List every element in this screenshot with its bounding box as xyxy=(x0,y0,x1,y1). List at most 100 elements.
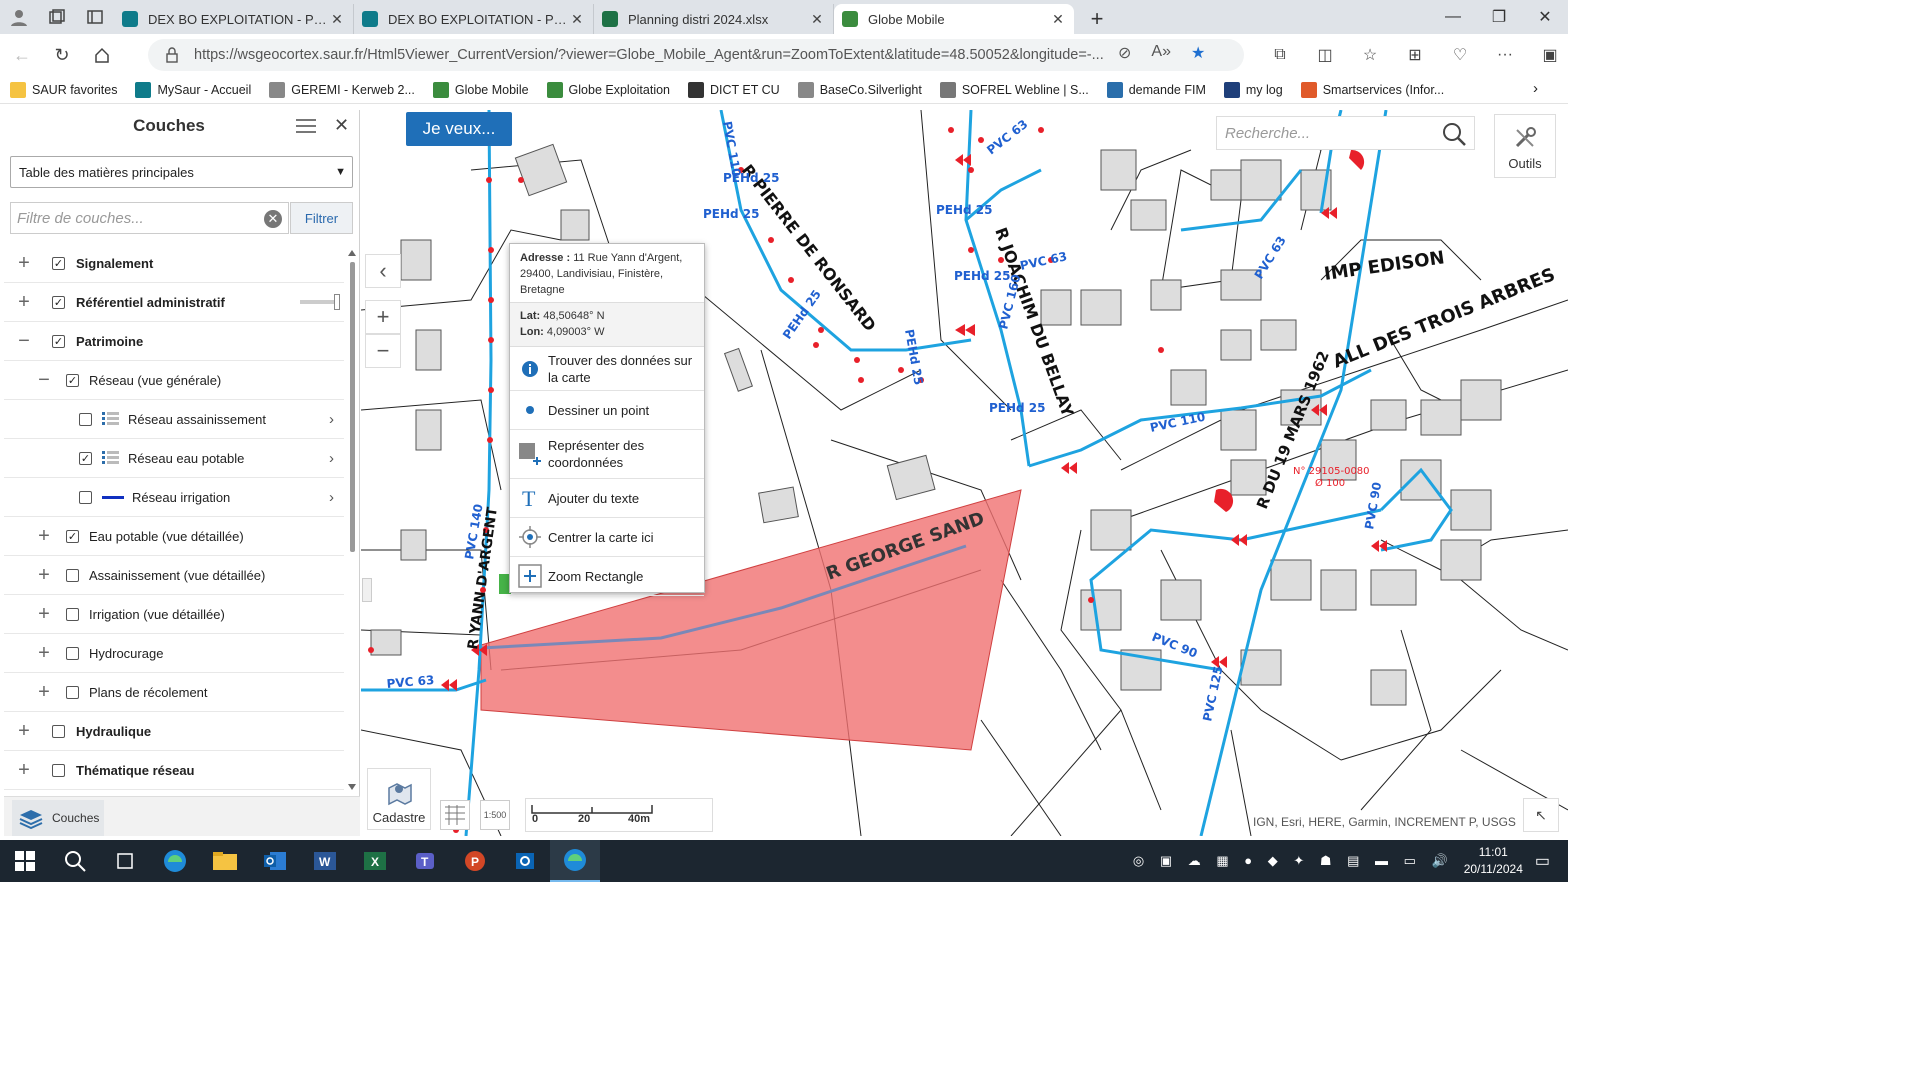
tray-icons[interactable]: ◎ ▣ ☁ ▦ ● ◆ ✦ ☗ ▤ ▬ ▭ 🔊 xyxy=(1133,853,1454,869)
scale-badge[interactable]: 1:500 xyxy=(480,800,510,830)
notifications-icon[interactable]: ▭ xyxy=(1535,851,1550,871)
edge-icon[interactable] xyxy=(150,840,200,882)
layer-checkbox[interactable] xyxy=(79,490,92,504)
layer-row[interactable]: + Hydrocurage xyxy=(4,634,344,673)
popup-menu-item[interactable]: Trouver des données sur la carte xyxy=(510,347,704,391)
layer-row[interactable]: − ✓ Réseau (vue générale) xyxy=(4,361,344,400)
close-tab-icon[interactable]: ✕ xyxy=(569,11,585,28)
collapse-panel-button[interactable]: ‹ xyxy=(365,254,401,288)
panel-scrollbar[interactable] xyxy=(347,250,357,790)
outlook-new-icon[interactable] xyxy=(500,840,550,882)
split-screen-icon[interactable]: ◫ xyxy=(1307,38,1343,72)
layer-row[interactable]: + Irrigation (vue détaillée) xyxy=(4,595,344,634)
layer-checkbox[interactable]: ✓ xyxy=(52,334,65,348)
layer-row[interactable]: ✓ Réseau eau potable › xyxy=(4,439,344,478)
chevron-right-icon[interactable]: › xyxy=(329,411,334,428)
layer-checkbox[interactable] xyxy=(66,607,79,621)
collapse-icon[interactable]: − xyxy=(36,369,52,392)
clear-filter-icon[interactable]: ✕ xyxy=(264,210,282,228)
favorite-link-9[interactable]: my log xyxy=(1223,81,1283,98)
layer-row[interactable]: − ✓ Patrimoine xyxy=(4,322,344,361)
close-window-button[interactable]: ✕ xyxy=(1522,0,1568,34)
layer-checkbox[interactable]: ✓ xyxy=(79,451,92,465)
outils-button[interactable]: Outils xyxy=(1494,114,1556,178)
layer-checkbox[interactable] xyxy=(66,568,79,582)
layer-row[interactable]: + Assainissement (vue détaillée) xyxy=(4,556,344,595)
favorite-link-0[interactable]: SAUR favorites xyxy=(10,81,117,98)
expand-icon[interactable]: + xyxy=(16,252,32,275)
chevron-right-icon[interactable]: › xyxy=(329,489,334,506)
edge-active-icon[interactable] xyxy=(550,840,600,882)
teams-icon[interactable]: T xyxy=(400,840,450,882)
search-input[interactable]: Recherche... xyxy=(1216,116,1475,150)
minimize-button[interactable]: — xyxy=(1430,0,1476,34)
task-view-icon[interactable] xyxy=(100,840,150,882)
file-explorer-icon[interactable] xyxy=(200,840,250,882)
layer-checkbox[interactable] xyxy=(52,763,65,777)
outlook-icon[interactable] xyxy=(250,840,300,882)
favorite-link-1[interactable]: MySaur - Accueil xyxy=(135,81,251,98)
clock[interactable]: 11:01 20/11/2024 xyxy=(1464,844,1523,878)
tab-actions-icon[interactable] xyxy=(80,2,110,32)
layer-checkbox[interactable]: ✓ xyxy=(52,256,65,270)
favorites-more-icon[interactable]: › xyxy=(1533,80,1538,97)
couches-button[interactable]: Couches xyxy=(12,800,104,836)
zoom-out-button[interactable]: − xyxy=(365,334,401,368)
toc-select[interactable]: Table des matières principales ▼ xyxy=(10,156,353,188)
refresh-button[interactable]: ↻ xyxy=(44,37,80,73)
new-tab-button[interactable]: + xyxy=(1082,4,1112,34)
layer-checkbox[interactable] xyxy=(66,646,79,660)
filter-button[interactable]: Filtrer xyxy=(290,202,353,234)
home-button[interactable] xyxy=(84,37,120,73)
back-button[interactable]: ← xyxy=(4,37,40,73)
layer-checkbox[interactable]: ✓ xyxy=(52,295,65,309)
workspaces-icon[interactable] xyxy=(42,2,72,32)
expand-icon[interactable]: + xyxy=(36,525,52,548)
chevron-right-icon[interactable]: › xyxy=(329,450,334,467)
expand-icon[interactable]: + xyxy=(36,564,52,587)
panel-menu-icon[interactable] xyxy=(296,118,316,134)
layer-row[interactable]: + Hydraulique xyxy=(4,712,344,751)
expand-icon[interactable]: + xyxy=(36,681,52,704)
browser-essentials-icon[interactable]: ♡ xyxy=(1442,38,1478,72)
layer-checkbox[interactable] xyxy=(66,685,79,699)
layer-row[interactable]: + ✓ Référentiel administratif xyxy=(4,283,344,322)
expand-icon[interactable]: + xyxy=(16,759,32,782)
layer-filter-input[interactable]: Filtre de couches... ✕ xyxy=(10,202,289,234)
word-icon[interactable]: W xyxy=(300,840,350,882)
popup-menu-item[interactable]: Centrer la carte ici xyxy=(510,518,704,557)
browser-tab-0[interactable]: DEX BO EXPLOITATION - Planning✕ xyxy=(114,4,354,34)
favorite-link-3[interactable]: Globe Mobile xyxy=(432,81,529,98)
zoom-in-button[interactable]: + xyxy=(365,300,401,334)
excel-icon[interactable]: X xyxy=(350,840,400,882)
cadastre-button[interactable]: Cadastre xyxy=(367,768,431,830)
layer-checkbox[interactable]: ✓ xyxy=(66,529,79,543)
favorite-link-4[interactable]: Globe Exploitation xyxy=(546,81,670,98)
layer-checkbox[interactable] xyxy=(52,724,65,738)
close-tab-icon[interactable]: ✕ xyxy=(809,11,825,28)
layer-checkbox[interactable]: ✓ xyxy=(66,373,79,387)
favorite-star-icon[interactable]: ★ xyxy=(1191,43,1205,63)
layer-row[interactable]: + ✓ Signalement xyxy=(4,244,344,283)
browser-tab-1[interactable]: DEX BO EXPLOITATION - Planning✕ xyxy=(354,4,594,34)
popup-menu-item[interactable]: Dessiner un point xyxy=(510,391,704,430)
restore-button[interactable]: ❐ xyxy=(1476,0,1522,34)
tracking-prevention-icon[interactable]: ⊘ xyxy=(1118,43,1131,63)
sidebar-toggle-icon[interactable]: ▣ xyxy=(1532,38,1568,72)
layer-row[interactable]: + ✓ Eau potable (vue détaillée) xyxy=(4,517,344,556)
close-tab-icon[interactable]: ✕ xyxy=(1050,11,1066,28)
expand-corner-icon[interactable]: ↖ xyxy=(1523,798,1559,832)
popup-menu-item[interactable]: Zoom Rectangle xyxy=(510,557,704,596)
expand-icon[interactable]: + xyxy=(16,291,32,314)
collapse-icon[interactable]: − xyxy=(16,330,32,353)
je-veux-button[interactable]: Je veux... xyxy=(406,112,512,146)
expand-icon[interactable]: + xyxy=(36,642,52,665)
grid-tool-icon[interactable] xyxy=(440,800,470,830)
browser-tab-3[interactable]: Globe Mobile ✕ xyxy=(834,4,1074,34)
browser-tab-2[interactable]: Planning distri 2024.xlsx ✕ xyxy=(594,4,834,34)
panel-resize-handle[interactable] xyxy=(362,578,372,602)
taskbar-search-icon[interactable] xyxy=(50,840,100,882)
search-icon[interactable] xyxy=(1440,120,1468,148)
favorites-icon[interactable]: ☆ xyxy=(1352,38,1388,72)
layer-checkbox[interactable] xyxy=(79,412,92,426)
